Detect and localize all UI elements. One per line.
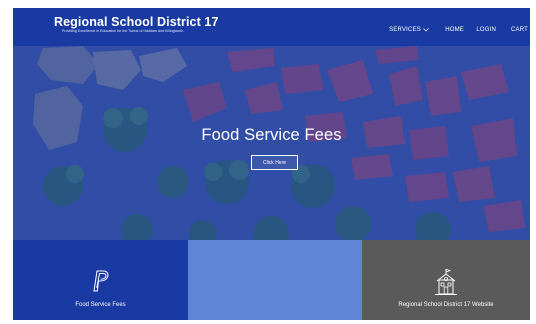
hero-title: Food Service Fees: [201, 126, 342, 144]
nav-cart[interactable]: CART: [511, 27, 528, 33]
tile-food-service-fees[interactable]: Food Service Fees: [13, 240, 188, 320]
hero-banner: Food Service Fees Click Here: [13, 46, 530, 240]
tile-district-website[interactable]: Regional School District 17 Website: [362, 240, 530, 320]
click-here-button[interactable]: Click Here: [251, 155, 298, 170]
paypal-icon: [93, 270, 109, 292]
nav-home[interactable]: HOME: [445, 27, 464, 33]
tile-blank[interactable]: [188, 240, 362, 320]
tile-food-service-fees-label: Food Service Fees: [75, 302, 126, 308]
nav-login[interactable]: LOGIN: [476, 27, 496, 33]
page-frame: Regional School District 17 Providing Ex…: [13, 8, 530, 320]
site-header: Regional School District 17 Providing Ex…: [13, 8, 530, 46]
schoolhouse-icon: [435, 268, 457, 295]
chevron-down-icon: [423, 28, 429, 32]
nav-services-label: SERVICES: [389, 27, 421, 33]
site-title[interactable]: Regional School District 17: [54, 15, 219, 29]
tile-district-website-label: Regional School District 17 Website: [398, 302, 494, 308]
site-tagline: Providing Excellence in Education for th…: [62, 29, 184, 33]
nav-services[interactable]: SERVICES: [389, 27, 429, 33]
feature-tiles: Food Service Fees Regional School Distri…: [13, 240, 530, 320]
